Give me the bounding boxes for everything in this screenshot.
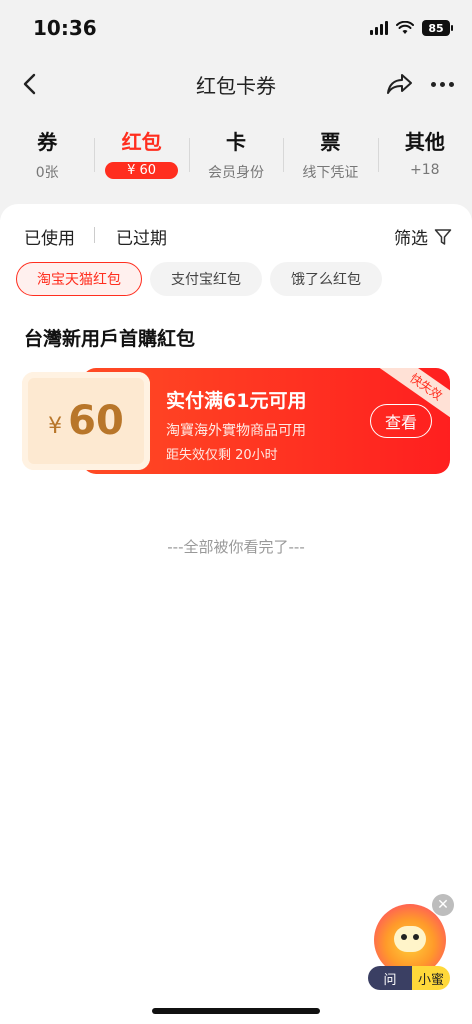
filter-row: 已使用 已过期 筛选 [24, 222, 452, 250]
filter-label: 筛选 [394, 229, 428, 249]
tab-title: 红包 [121, 130, 162, 154]
amount-value: 60 [68, 398, 124, 444]
coupon-amount: ¥ 60 [22, 372, 150, 470]
mascot-face-icon [394, 926, 426, 952]
tab-tickets[interactable]: 票 线下凭证 [283, 124, 377, 188]
tab-subtitle: 会员身份 [208, 165, 265, 181]
source-chips: 淘宝天猫红包 支付宝红包 饿了么红包 [16, 262, 382, 296]
dot-icon [439, 81, 445, 87]
tab-title: 其他 [404, 130, 445, 154]
assistant-name: 小蜜 [412, 966, 450, 990]
view-button[interactable]: 查看 [370, 404, 432, 438]
tab-title: 票 [320, 130, 341, 154]
share-icon [387, 74, 412, 94]
tab-subtitle: 0张 [35, 165, 59, 181]
tab-subtitle: 线下凭证 [302, 165, 359, 181]
battery-icon: 85 [422, 20, 453, 36]
close-assistant-button[interactable]: ✕ [432, 894, 454, 916]
status-icons: 85 [370, 18, 453, 38]
dot-icon [430, 81, 436, 87]
expired-filter-link[interactable]: 已过期 [116, 224, 167, 249]
end-of-list-text: ---全部被你看完了--- [167, 538, 305, 556]
divider [94, 227, 95, 243]
assistant-widget: ✕ 问 小蜜 [368, 894, 458, 1000]
tab-red-packets[interactable]: 红包 ¥ 60 [94, 124, 188, 188]
tab-cards[interactable]: 卡 会员身份 [188, 124, 283, 188]
filter-button[interactable]: 筛选 [394, 224, 452, 249]
tab-title: 卡 [226, 130, 247, 154]
currency-symbol: ¥ [48, 413, 63, 439]
assistant-badge[interactable]: 问 小蜜 [368, 966, 450, 990]
signal-icon [370, 21, 388, 35]
chip-alipay[interactable]: 支付宝红包 [150, 262, 262, 296]
chip-taobao-tmall[interactable]: 淘宝天猫红包 [16, 262, 142, 296]
tab-amount-badge: ¥ 60 [105, 162, 179, 179]
chip-eleme[interactable]: 饿了么红包 [270, 262, 382, 296]
category-tabs: 券 0张 红包 ¥ 60 卡 会员身份 票 线下凭证 其他 +18 [0, 124, 472, 188]
status-bar: 10:36 85 [0, 0, 472, 56]
used-filter-link[interactable]: 已使用 [24, 224, 75, 249]
ask-label: 问 [368, 966, 412, 990]
red-packet-card[interactable]: 快失效 查看 ¥ 60 实付满61元可用 淘寶海外實物商品可用 距失效仅剩 20… [22, 368, 450, 474]
tab-subtitle: +18 [410, 162, 440, 178]
expiry-countdown: 距失效仅剩 20小时 [166, 448, 278, 463]
coupon-amount-panel: ¥ 60 [22, 372, 150, 470]
share-button[interactable] [384, 68, 416, 100]
funnel-icon [434, 228, 452, 245]
nav-bar: 红包卡券 [0, 56, 472, 112]
status-time: 10:36 [33, 16, 97, 40]
section-title: 台灣新用戶首購紅包 [24, 328, 196, 350]
usage-condition: 实付满61元可用 [166, 390, 307, 412]
tab-title: 券 [37, 130, 58, 154]
usage-scope: 淘寶海外實物商品可用 [166, 423, 306, 439]
tab-coupons[interactable]: 券 0张 [0, 124, 94, 188]
dot-icon [448, 81, 454, 87]
wifi-icon [396, 21, 414, 35]
more-button[interactable] [426, 68, 458, 100]
tab-others[interactable]: 其他 +18 [377, 124, 472, 188]
home-indicator [152, 1008, 320, 1014]
